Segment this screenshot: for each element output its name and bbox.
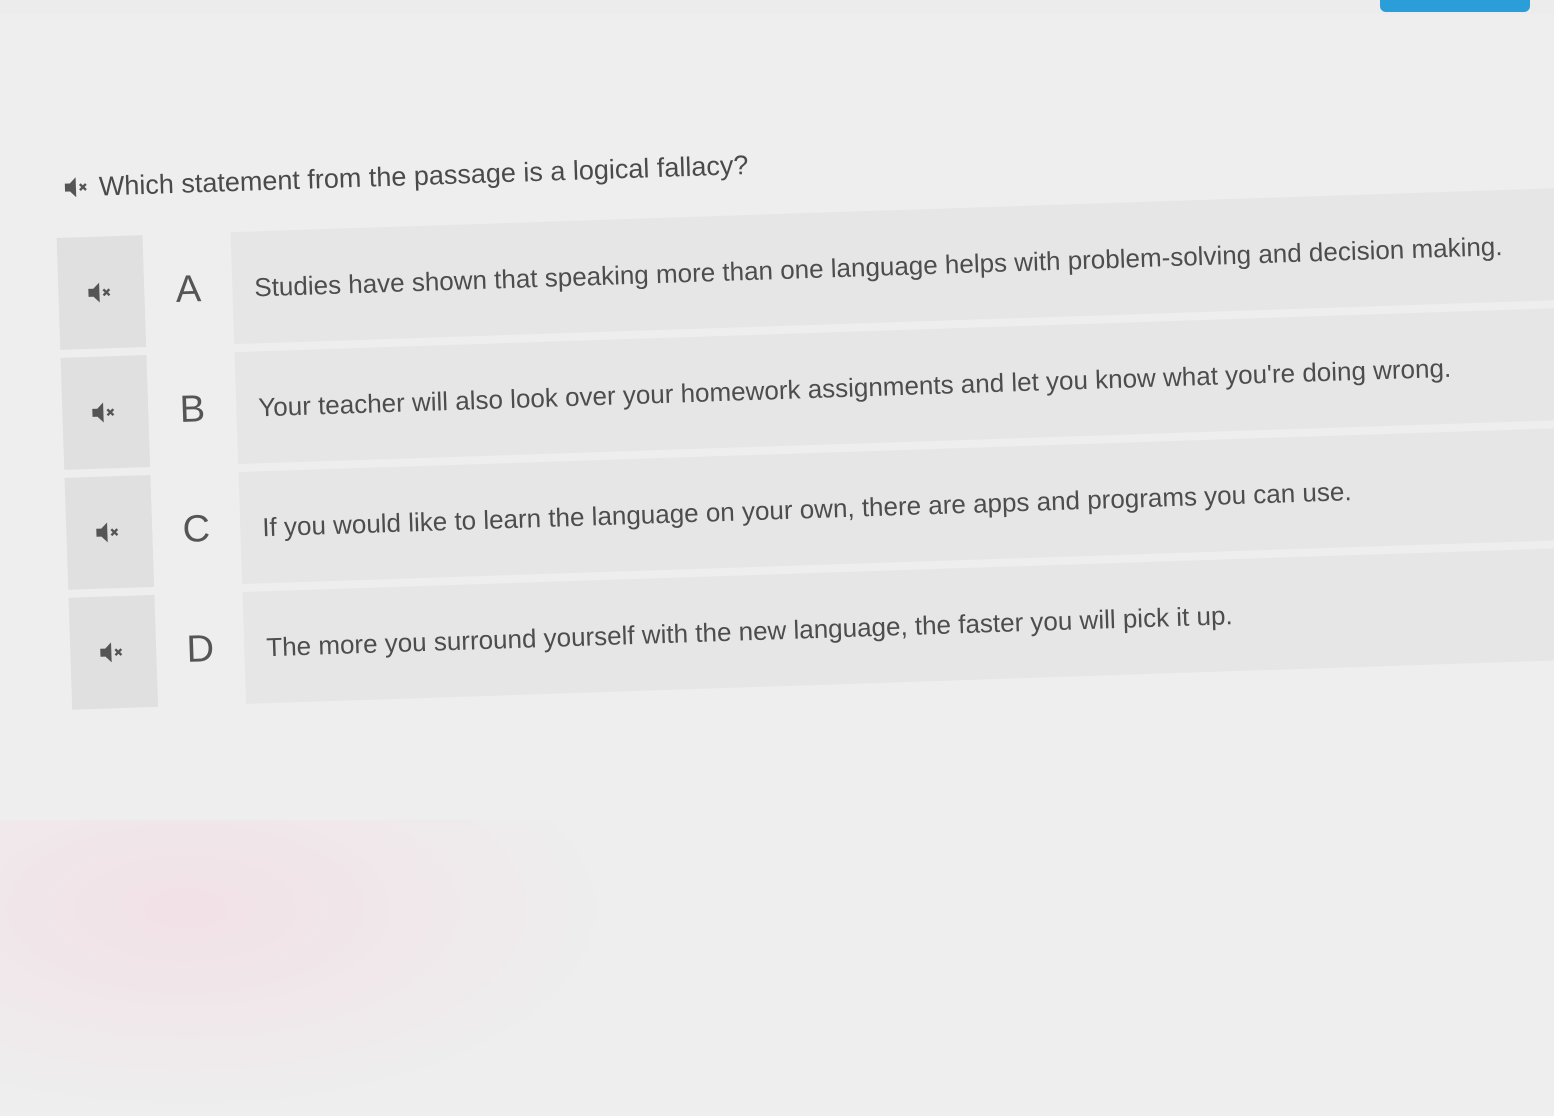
- choice-letter: D: [154, 591, 247, 707]
- choice-audio-button[interactable]: [68, 594, 159, 710]
- top-bar: [0, 0, 1554, 14]
- speaker-mute-icon: [88, 282, 111, 303]
- choice-audio-button[interactable]: [60, 355, 151, 470]
- choice-letter: B: [146, 352, 239, 467]
- choice-audio-button[interactable]: [64, 474, 155, 590]
- choice-letter: C: [150, 472, 243, 587]
- screen-glare: [0, 820, 620, 1116]
- speaker-mute-icon: [96, 522, 119, 543]
- choice-letter: A: [142, 232, 235, 348]
- speaker-mute-icon: [92, 402, 115, 423]
- answer-choices: A Studies have shown that speaking more …: [56, 188, 1554, 710]
- question-audio-icon[interactable]: [60, 172, 95, 203]
- question-text: Which statement from the passage is a lo…: [98, 149, 749, 202]
- speaker-mute-icon: [100, 642, 123, 663]
- top-accent-button[interactable]: [1380, 0, 1530, 12]
- question-panel: Which statement from the passage is a lo…: [54, 110, 1554, 717]
- choice-audio-button[interactable]: [56, 235, 147, 350]
